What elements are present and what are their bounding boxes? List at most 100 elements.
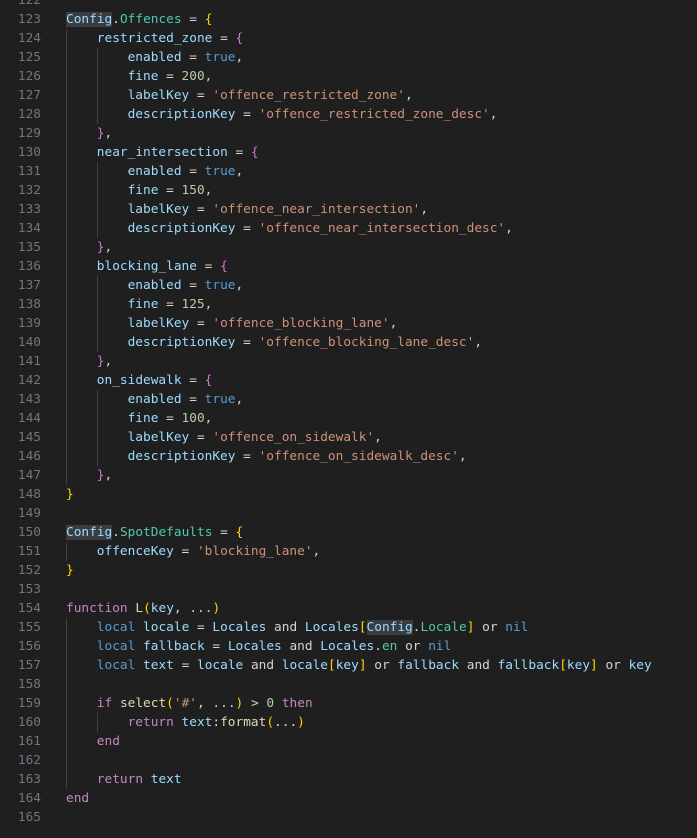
code-line[interactable]: 154 function L(key, ...) — [0, 599, 697, 618]
code-line[interactable]: 144 fine = 100, — [0, 409, 697, 428]
code-line[interactable]: 136 blocking_lane = { — [0, 257, 697, 276]
token-vh: Config — [66, 12, 113, 27]
token-v: descriptionKey — [127, 107, 236, 122]
indent-guide — [66, 181, 67, 200]
code-line[interactable]: 123 Config.Offences = { — [0, 10, 697, 29]
code-line[interactable]: 148} — [0, 485, 697, 504]
line-number: 140 — [17, 335, 41, 350]
code-line[interactable]: 138 fine = 125, — [0, 295, 697, 314]
code-line[interactable]: 122 — [0, 0, 697, 10]
code-line[interactable]: 130 near_intersection = { — [0, 143, 697, 162]
code-line[interactable]: 126 fine = 200, — [0, 67, 697, 86]
token-b1: { — [204, 12, 213, 27]
code-line[interactable]: 145 labelKey = 'offence_on_sidewalk', — [0, 428, 697, 447]
token-f: format — [220, 715, 267, 730]
token-b2: { — [220, 259, 228, 274]
token-o: . — [112, 12, 120, 27]
code-line[interactable]: 140 descriptionKey = 'offence_blocking_la… — [0, 333, 697, 352]
token-o: = — [235, 335, 259, 350]
token-s: 'offence_blocking_lane' — [212, 316, 390, 331]
code-line[interactable]: 129}, — [0, 124, 697, 143]
token-k: true — [204, 278, 236, 293]
code-line[interactable]: 139 labelKey = 'offence_blocking_lane', — [0, 314, 697, 333]
indent-guide — [66, 143, 67, 162]
token-v: locale — [197, 658, 244, 673]
code-line[interactable]: 149 — [0, 504, 697, 523]
code-line[interactable]: 162 — [0, 751, 697, 770]
token-o: , — [104, 468, 113, 483]
token-k: nil — [505, 620, 529, 635]
token-num: 0 — [266, 696, 275, 711]
code-line[interactable]: 146 descriptionKey = 'offence_on_sidewalk… — [0, 447, 697, 466]
token-o: = — [189, 316, 213, 331]
token-v: text — [181, 715, 213, 730]
code-line[interactable]: 147}, — [0, 466, 697, 485]
indent-guide — [96, 200, 98, 219]
code-line[interactable]: 155 local locale = Locales and Locales[Co… — [0, 618, 697, 637]
token-o: , — [420, 202, 429, 217]
token-o — [135, 639, 143, 654]
code-line[interactable]: 143 enabled = true, — [0, 390, 697, 409]
token-o: = — [235, 449, 259, 464]
code-line[interactable]: 128 descriptionKey = 'offence_restricted_… — [0, 105, 697, 124]
token-v: text — [143, 658, 174, 673]
code-line[interactable]: 156 local fallback = Locales and Locales.… — [0, 637, 697, 656]
indent-guide — [66, 637, 67, 656]
code-line[interactable]: 134 descriptionKey = 'offence_near_inters… — [0, 219, 697, 238]
code-editor[interactable]: 122 123 Config.Offences = {124 restricted_z… — [0, 0, 697, 827]
token-b2: { — [204, 373, 213, 388]
code-text: end — [66, 789, 89, 808]
code-line[interactable]: 124 restricted_zone = { — [0, 29, 697, 48]
line-number: 145 — [17, 430, 41, 445]
indent-guide — [66, 333, 67, 352]
code-line[interactable]: 127 labelKey = 'offence_restricted_zone', — [0, 86, 697, 105]
code-line[interactable]: 133 labelKey = 'offence_near_intersection… — [0, 200, 697, 219]
code-line[interactable]: 163 return text — [0, 770, 697, 789]
code-line[interactable]: 159 if select('#', ...) > 0 then — [0, 694, 697, 713]
code-line[interactable]: 137 enabled = true, — [0, 276, 697, 295]
code-text: enabled = true, — [128, 162, 244, 181]
token-v: fallback — [497, 658, 560, 673]
token-v: text — [150, 772, 182, 787]
code-line[interactable]: 135}, — [0, 238, 697, 257]
code-line[interactable]: 151 offenceKey = 'blocking_lane', — [0, 542, 697, 561]
token-b1: ) — [297, 715, 305, 730]
code-line[interactable]: 160 return text:format(...) — [0, 713, 697, 732]
code-line[interactable]: 161 end — [0, 732, 697, 751]
line-number: 151 — [17, 544, 41, 559]
indent-guide — [66, 162, 67, 181]
token-f: select — [119, 696, 167, 711]
line-number: 155 — [17, 620, 41, 635]
code-line[interactable]: 142 on_sidewalk = { — [0, 371, 697, 390]
token-c: end — [66, 791, 90, 806]
code-line[interactable]: 153 — [0, 580, 697, 599]
code-line[interactable]: 158 — [0, 675, 697, 694]
line-number: 154 — [17, 601, 41, 616]
token-v: key — [566, 658, 591, 673]
line-number: 160 — [17, 715, 41, 730]
token-o: or — [397, 639, 429, 654]
code-line[interactable]: 131 enabled = true, — [0, 162, 697, 181]
token-p: Offences — [119, 12, 182, 27]
code-text: descriptionKey = 'offence_on_sidewalk_de… — [128, 447, 467, 466]
code-line[interactable]: 132 fine = 150, — [0, 181, 697, 200]
indent-guide — [66, 29, 67, 48]
code-line[interactable]: 152} — [0, 561, 697, 580]
code-line[interactable]: 157 local text = locale and locale[key] o… — [0, 656, 697, 675]
line-number: 164 — [17, 791, 41, 806]
line-number: 123 — [17, 12, 41, 27]
line-number: 139 — [17, 316, 41, 331]
code-line[interactable]: 165 — [0, 808, 697, 827]
token-v: enabled — [127, 50, 182, 65]
token-v: enabled — [127, 392, 182, 407]
token-c: function — [66, 601, 128, 616]
code-line[interactable]: 150 Config.SpotDefaults = { — [0, 523, 697, 542]
code-text: near_intersection = { — [97, 143, 259, 162]
line-number: 149 — [17, 506, 41, 521]
token-o: , — [204, 411, 213, 426]
code-line[interactable]: 141}, — [0, 352, 697, 371]
code-line[interactable]: 125 enabled = true, — [0, 48, 697, 67]
code-line[interactable]: 164 end — [0, 789, 697, 808]
token-o — [112, 696, 120, 711]
code-text: local locale = Locales and Locales[Confi… — [97, 618, 529, 637]
